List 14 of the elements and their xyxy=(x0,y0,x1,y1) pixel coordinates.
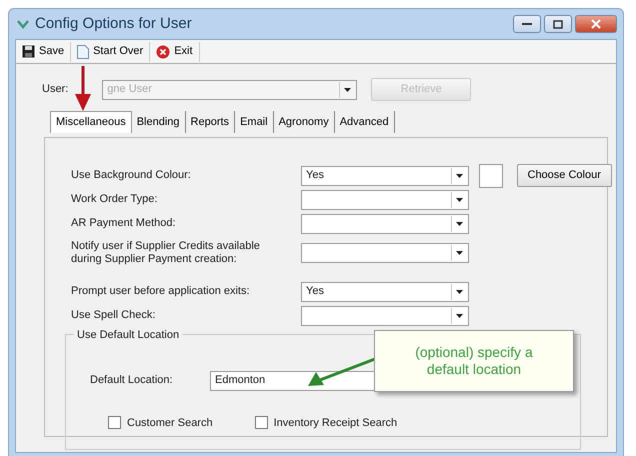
field-label: Default Location: xyxy=(90,373,174,388)
combo-value: Yes xyxy=(306,168,324,184)
callout-tooltip: (optional) specify a default location xyxy=(374,330,574,392)
setting-label: Work Order Type: xyxy=(71,192,158,208)
window-title: Config Options for User xyxy=(35,14,192,34)
combo-value: Edmonton xyxy=(215,373,266,388)
combo-value: gne User xyxy=(107,82,152,98)
field-label: User: xyxy=(42,82,68,98)
setting-label: Use Background Colour: xyxy=(71,168,192,184)
combo-value: Yes xyxy=(306,284,324,300)
setting-label: Use Spell Check: xyxy=(71,308,156,324)
setting-label: Notify user if Supplier Credits available during Supplier Payment creation: xyxy=(71,240,261,265)
setting-label: Prompt user before application exits: xyxy=(71,284,251,300)
setting-label: AR Payment Method: xyxy=(71,216,177,232)
